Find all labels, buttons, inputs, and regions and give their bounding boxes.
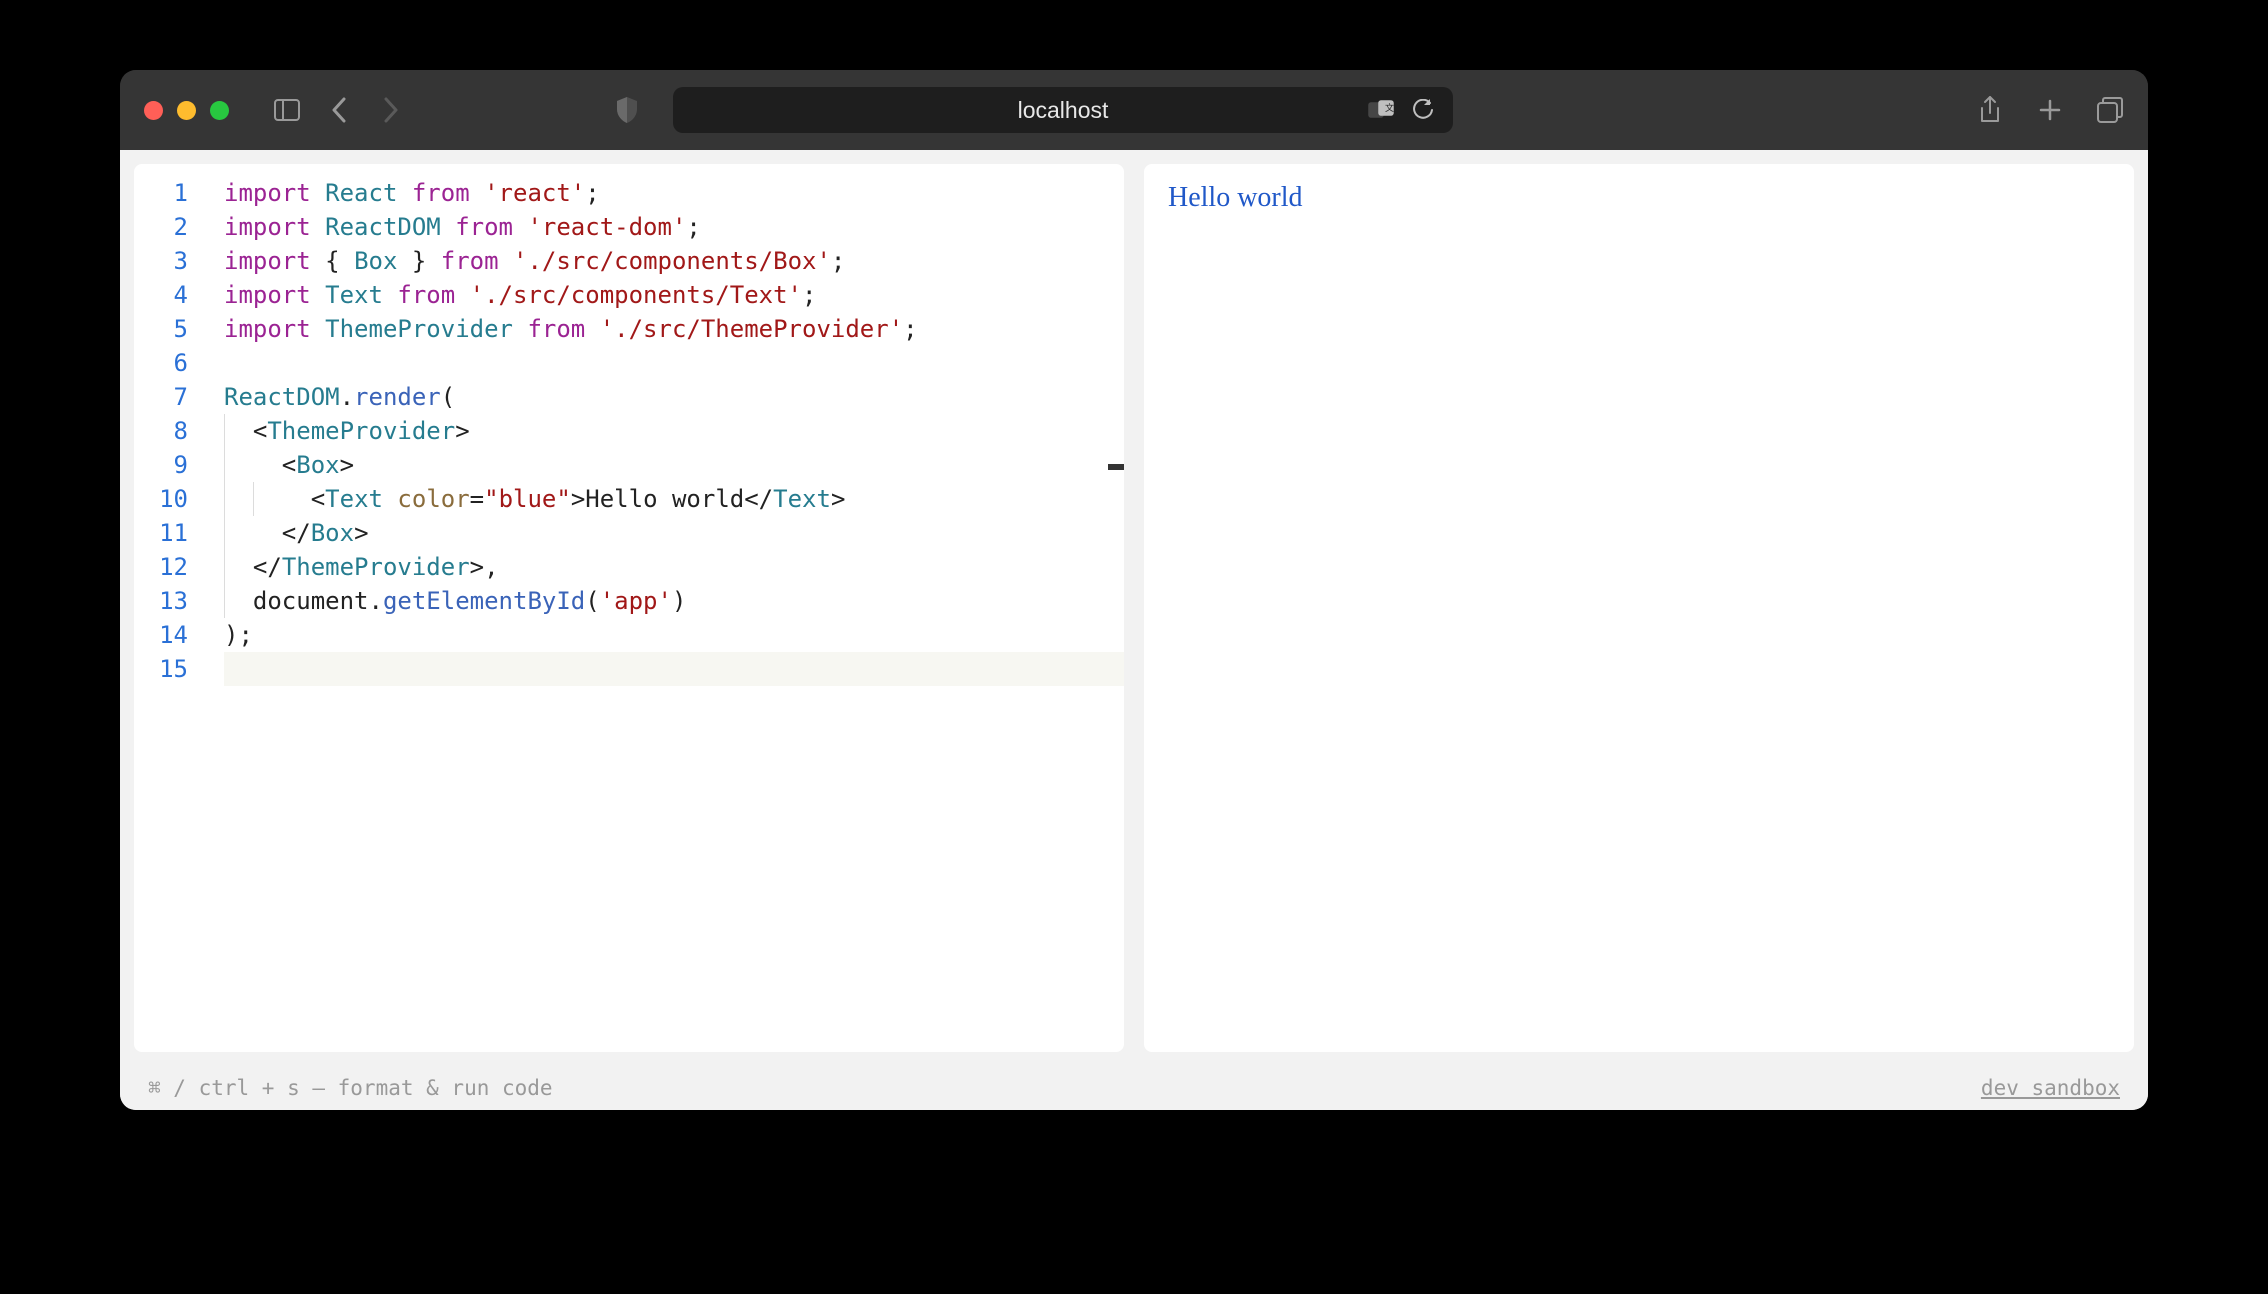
minimize-window-button[interactable] [177, 101, 196, 120]
maximize-window-button[interactable] [210, 101, 229, 120]
line-number: 10 [134, 482, 188, 516]
svg-text:文: 文 [1385, 102, 1394, 113]
line-number: 5 [134, 312, 188, 346]
code-line[interactable] [224, 652, 1124, 686]
line-number: 8 [134, 414, 188, 448]
code-line[interactable]: </Box> [224, 516, 1124, 550]
code-line[interactable] [224, 346, 1124, 380]
page-content: 123456789101112131415 import React from … [120, 150, 2148, 1110]
line-number: 11 [134, 516, 188, 550]
code-line[interactable]: ); [224, 618, 1124, 652]
code-line[interactable]: import { Box } from './src/components/Bo… [224, 244, 1124, 278]
line-number: 1 [134, 176, 188, 210]
share-icon[interactable] [1976, 96, 2004, 124]
line-number: 6 [134, 346, 188, 380]
preview-output: Hello world [1144, 164, 2134, 232]
close-window-button[interactable] [144, 101, 163, 120]
address-bar[interactable]: localhost 文 [673, 87, 1453, 133]
code-editor-pane: 123456789101112131415 import React from … [134, 164, 1124, 1052]
line-number: 14 [134, 618, 188, 652]
code-line[interactable]: import ThemeProvider from './src/ThemePr… [224, 312, 1124, 346]
line-number: 2 [134, 210, 188, 244]
nav-arrows [325, 96, 405, 124]
scroll-position-indicator [1108, 464, 1124, 470]
sidebar-toggle-icon[interactable] [273, 96, 301, 124]
new-tab-icon[interactable] [2036, 96, 2064, 124]
line-number-gutter: 123456789101112131415 [134, 164, 198, 1052]
status-hint: ⌘ / ctrl + s — format & run code [148, 1076, 553, 1100]
translate-icon[interactable]: 文 [1367, 96, 1395, 124]
line-number: 4 [134, 278, 188, 312]
code-line[interactable]: import React from 'react'; [224, 176, 1124, 210]
traffic-lights [144, 101, 229, 120]
code-line[interactable]: <Box> [224, 448, 1124, 482]
reload-icon[interactable] [1409, 96, 1437, 124]
shield-icon[interactable] [613, 96, 641, 124]
line-number: 3 [134, 244, 188, 278]
line-number: 13 [134, 584, 188, 618]
code-area[interactable]: import React from 'react';import ReactDO… [198, 164, 1124, 1052]
line-number: 15 [134, 652, 188, 686]
forward-button[interactable] [377, 96, 405, 124]
line-number: 12 [134, 550, 188, 584]
dev-sandbox-link[interactable]: dev sandbox [1981, 1076, 2120, 1100]
browser-window: localhost 文 [120, 70, 2148, 1110]
back-button[interactable] [325, 96, 353, 124]
preview-pane: Hello world [1144, 164, 2134, 1052]
code-line[interactable]: </ThemeProvider>, [224, 550, 1124, 584]
code-line[interactable]: import Text from './src/components/Text'… [224, 278, 1124, 312]
code-line[interactable]: import ReactDOM from 'react-dom'; [224, 210, 1124, 244]
code-line[interactable]: ReactDOM.render( [224, 380, 1124, 414]
code-line[interactable]: <ThemeProvider> [224, 414, 1124, 448]
code-line[interactable]: document.getElementById('app') [224, 584, 1124, 618]
code-line[interactable]: <Text color="blue">Hello world</Text> [224, 482, 1124, 516]
status-bar: ⌘ / ctrl + s — format & run code dev san… [120, 1066, 2148, 1110]
title-bar: localhost 文 [120, 70, 2148, 150]
line-number: 9 [134, 448, 188, 482]
address-text: localhost [1018, 97, 1109, 124]
code-editor[interactable]: 123456789101112131415 import React from … [134, 164, 1124, 1052]
line-number: 7 [134, 380, 188, 414]
tabs-overview-icon[interactable] [2096, 96, 2124, 124]
